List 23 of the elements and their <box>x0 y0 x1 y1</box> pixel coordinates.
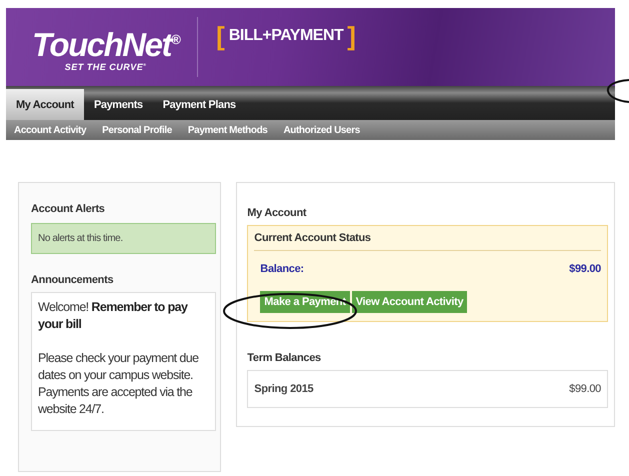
nav-tab[interactable]: Payment Plans <box>152 89 246 120</box>
subnav-link[interactable]: Payment Methods <box>180 124 276 136</box>
bracket: ] <box>347 20 356 52</box>
subnav-link[interactable]: Authorized Users <box>275 124 368 136</box>
product-title: BILL+PAYMENT <box>228 27 344 45</box>
section-title: Announcements <box>31 274 114 286</box>
status-title: Current Account Status <box>254 232 601 251</box>
nav-tab[interactable]: My Account <box>6 89 84 120</box>
section-title: My Account <box>247 207 308 219</box>
nav-tab[interactable]: Payments <box>84 89 153 120</box>
term-amount: $99.00 <box>569 383 601 395</box>
subnav-link[interactable]: Personal Profile <box>94 124 180 136</box>
alert-message: No alerts at this time. <box>31 223 216 254</box>
announcement-headline: Welcome! Remember to pay your bill <box>38 299 189 333</box>
balance-label: Balance: <box>260 263 304 275</box>
section-title: Account Alerts <box>31 203 106 215</box>
action-button[interactable]: View Account Activity <box>352 291 468 313</box>
subnav-link[interactable]: Account Activity <box>6 124 94 136</box>
section-title: Term Balances <box>247 352 322 364</box>
announcement-text: Please check your payment due dates on your campus website. Payments are accepted via the website 24/7. <box>38 350 200 418</box>
balance-amount: $99.00 <box>569 263 601 275</box>
bracket: [ <box>216 20 225 52</box>
term-name: Spring 2015 <box>254 383 314 395</box>
